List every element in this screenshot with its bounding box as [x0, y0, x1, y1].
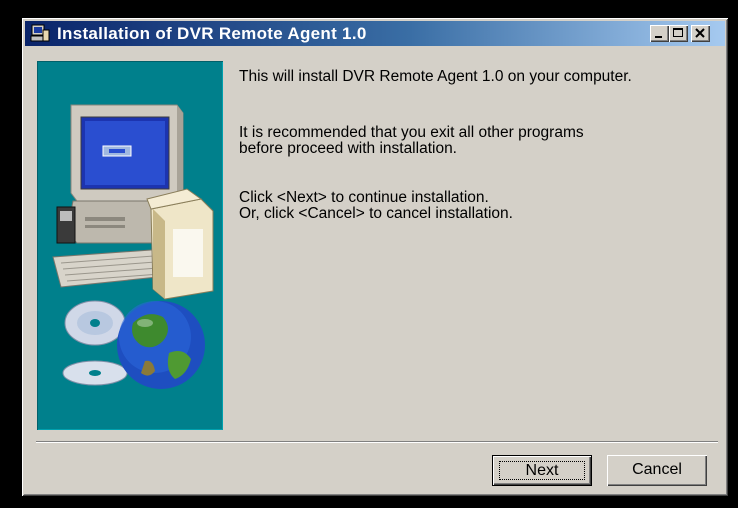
- cancel-button[interactable]: Cancel: [607, 455, 707, 486]
- window-title: Installation of DVR Remote Agent 1.0: [57, 24, 367, 43]
- recommendation-text-line2: before proceed with installation.: [239, 140, 457, 157]
- maximize-icon: [673, 28, 683, 37]
- instruction-text-line1: Click <Next> to continue installation.: [239, 189, 489, 206]
- maximize-button[interactable]: [669, 25, 688, 42]
- monitor-icon: [70, 104, 184, 202]
- button-separator: [36, 441, 718, 443]
- software-box-icon: [146, 188, 214, 300]
- minimize-button[interactable]: [650, 25, 669, 42]
- globe-icon: [117, 301, 205, 389]
- installer-window: Installation of DVR Remote Agent 1.0 Thi…: [22, 18, 728, 496]
- installer-app-icon: [30, 24, 50, 43]
- minimize-icon: [655, 36, 662, 38]
- recommendation-text-line1: It is recommended that you exit all othe…: [239, 124, 584, 141]
- title-bar[interactable]: Installation of DVR Remote Agent 1.0: [25, 21, 725, 46]
- close-icon: [695, 28, 705, 38]
- next-button[interactable]: Next: [492, 455, 592, 486]
- computer-and-globe-illustration: [52, 104, 214, 389]
- installer-side-image: [37, 61, 223, 430]
- next-button-label: Next: [525, 462, 559, 479]
- intro-text: This will install DVR Remote Agent 1.0 o…: [239, 68, 632, 85]
- close-button[interactable]: [691, 25, 710, 42]
- cancel-button-label: Cancel: [632, 461, 682, 478]
- instruction-text-line2: Or, click <Cancel> to cancel installatio…: [239, 205, 513, 222]
